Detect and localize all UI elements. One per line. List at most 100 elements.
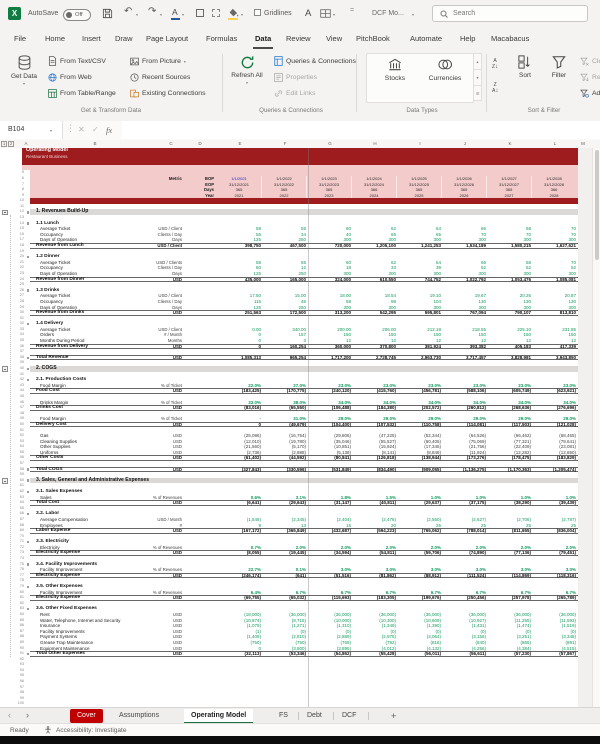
- column-header-M[interactable]: M: [573, 140, 593, 148]
- gridlines-checkbox[interactable]: [254, 9, 261, 16]
- column-header-I[interactable]: I: [410, 140, 430, 148]
- enter-icon[interactable]: ✓: [92, 121, 99, 139]
- gallery-down-icon[interactable]: ▾: [474, 69, 481, 85]
- outline-level-2-button[interactable]: 2: [8, 141, 14, 147]
- tab-view[interactable]: View: [324, 31, 344, 47]
- tab-page-layout[interactable]: Page Layout: [144, 31, 190, 47]
- outline-collapse-button[interactable]: [2, 478, 8, 484]
- funnel-icon: [552, 55, 566, 69]
- column-header-H[interactable]: H: [365, 140, 385, 148]
- refresh-all-button[interactable]: Refresh All ▾: [228, 55, 266, 86]
- column-header-G[interactable]: G: [320, 140, 340, 148]
- add-sheet-button[interactable]: +: [384, 709, 403, 723]
- tab-macabacus[interactable]: Macabacus: [489, 31, 531, 47]
- column-header-E[interactable]: E: [230, 140, 250, 148]
- stocks-button[interactable]: Stocks: [373, 58, 417, 82]
- search-box[interactable]: Search: [432, 5, 588, 22]
- sort-az-button[interactable]: AZ↓: [492, 58, 498, 70]
- font-size-a-icon[interactable]: A: [305, 6, 311, 21]
- edit-links-button[interactable]: Edit Links: [274, 86, 315, 100]
- existing-connections-button[interactable]: Existing Connections: [130, 86, 205, 100]
- clear-filter-button[interactable]: Clear: [580, 54, 600, 68]
- scrollbar-thumb[interactable]: [595, 150, 599, 260]
- column-header-L[interactable]: L: [545, 140, 565, 148]
- toggle-knob-icon: [66, 12, 72, 18]
- name-box[interactable]: B104 ▾: [0, 121, 63, 139]
- properties-button[interactable]: Properties: [274, 70, 317, 84]
- from-text-csv-button[interactable]: From Text/CSV: [48, 54, 106, 68]
- from-picture-button[interactable]: From Picture▾: [130, 54, 186, 68]
- sheet-tab-cover[interactable]: Cover: [70, 709, 103, 723]
- column-header-C[interactable]: C: [161, 140, 181, 148]
- tab-file[interactable]: File: [12, 31, 28, 47]
- tab-draw[interactable]: Draw: [113, 31, 135, 47]
- autosave-toggle[interactable]: Off: [63, 9, 91, 21]
- undo-chevron-icon[interactable]: ▾: [136, 12, 138, 17]
- undo-icon[interactable]: ↶: [124, 6, 132, 17]
- currencies-button[interactable]: Currencies: [421, 58, 469, 82]
- name-box-chevron-icon[interactable]: ▾: [50, 128, 52, 133]
- outline-marker-icon: [27, 368, 29, 370]
- fill-chevron-icon[interactable]: ▾: [241, 12, 243, 17]
- sheet-tab-debt[interactable]: Debt: [300, 709, 329, 723]
- tab-home[interactable]: Home: [43, 31, 67, 47]
- sheet-tab-operating-model[interactable]: Operating Model: [184, 709, 253, 724]
- fill-color-icon[interactable]: [229, 8, 239, 17]
- tab-scroll-left-icon[interactable]: ‹: [8, 708, 11, 723]
- outline-marker-icon: [27, 586, 29, 588]
- gallery-up-icon[interactable]: ▴: [474, 54, 481, 69]
- font-color-chevron-icon[interactable]: ▾: [182, 12, 184, 17]
- sheet-tab-assumptions[interactable]: Assumptions: [112, 709, 166, 723]
- filter-button[interactable]: Filter: [544, 55, 574, 79]
- recent-sources-button[interactable]: Recent Sources: [130, 70, 190, 84]
- formula-input[interactable]: [122, 121, 600, 139]
- column-header-F[interactable]: F: [275, 140, 295, 148]
- bracket-icon[interactable]: [212, 9, 220, 17]
- reapply-filter-button[interactable]: Reapply: [580, 70, 600, 84]
- sheet-tab-dcf[interactable]: DCF: [335, 709, 363, 723]
- gallery-scroll[interactable]: ▴ ▾ ☰: [473, 53, 482, 101]
- outline-collapse-button[interactable]: [2, 366, 8, 372]
- group-separator: [356, 54, 357, 112]
- fx-icon[interactable]: fx: [106, 121, 112, 139]
- save-icon[interactable]: [102, 8, 113, 19]
- column-header-K[interactable]: K: [500, 140, 520, 148]
- gridlines-label[interactable]: Gridlines: [264, 0, 292, 28]
- merge-table-icon[interactable]: [320, 9, 331, 18]
- outline-marker-icon: [27, 491, 29, 493]
- tab-insert[interactable]: Insert: [80, 31, 103, 47]
- get-data-button[interactable]: Get Data ▾: [6, 55, 42, 87]
- gallery-more-icon[interactable]: ☰: [474, 85, 481, 101]
- from-web-button[interactable]: From Web: [48, 70, 92, 84]
- tab-pitchbook[interactable]: PitchBook: [354, 31, 392, 47]
- sheet-tab-fs[interactable]: FS: [272, 709, 295, 723]
- tab-automate[interactable]: Automate: [408, 31, 444, 47]
- drag-handle-icon[interactable]: ⋮: [66, 123, 75, 134]
- accessibility-icon[interactable]: [44, 726, 52, 734]
- from-table-range-button[interactable]: From Table/Range: [48, 86, 116, 100]
- column-header-B[interactable]: B: [85, 140, 105, 148]
- border-icon[interactable]: [196, 9, 204, 17]
- tab-help[interactable]: Help: [458, 31, 477, 47]
- sort-button[interactable]: Sort: [510, 55, 540, 79]
- sheet-grid: 1Operating Model2Restaurant Business3456…: [0, 148, 600, 707]
- redo-icon[interactable]: ↷: [148, 6, 156, 17]
- column-header-D[interactable]: D: [190, 140, 210, 148]
- outline-level-1-button[interactable]: 1: [1, 141, 7, 147]
- outline-collapse-button[interactable]: [2, 210, 8, 216]
- queries-connections-button[interactable]: Queries & Connections: [274, 54, 356, 68]
- tab-review[interactable]: Review: [284, 31, 313, 47]
- merge-chevron-icon[interactable]: ▾: [333, 12, 335, 17]
- cancel-icon[interactable]: ✕: [78, 121, 85, 139]
- redo-chevron-icon[interactable]: ▾: [160, 12, 162, 17]
- doc-title-chevron-icon[interactable]: ▾: [412, 12, 414, 17]
- advanced-filter-button[interactable]: Advanced: [580, 86, 600, 100]
- font-color-icon[interactable]: A: [172, 7, 178, 18]
- column-header-J[interactable]: J: [455, 140, 475, 148]
- tab-data[interactable]: Data: [253, 31, 273, 49]
- sort-za-button[interactable]: ZA↓: [492, 82, 498, 94]
- tab-scroll-right-icon[interactable]: ›: [26, 708, 29, 723]
- doc-title[interactable]: DCF Mo...: [372, 0, 404, 28]
- tab-formulas[interactable]: Formulas: [204, 31, 239, 47]
- vertical-scrollbar[interactable]: [592, 148, 600, 707]
